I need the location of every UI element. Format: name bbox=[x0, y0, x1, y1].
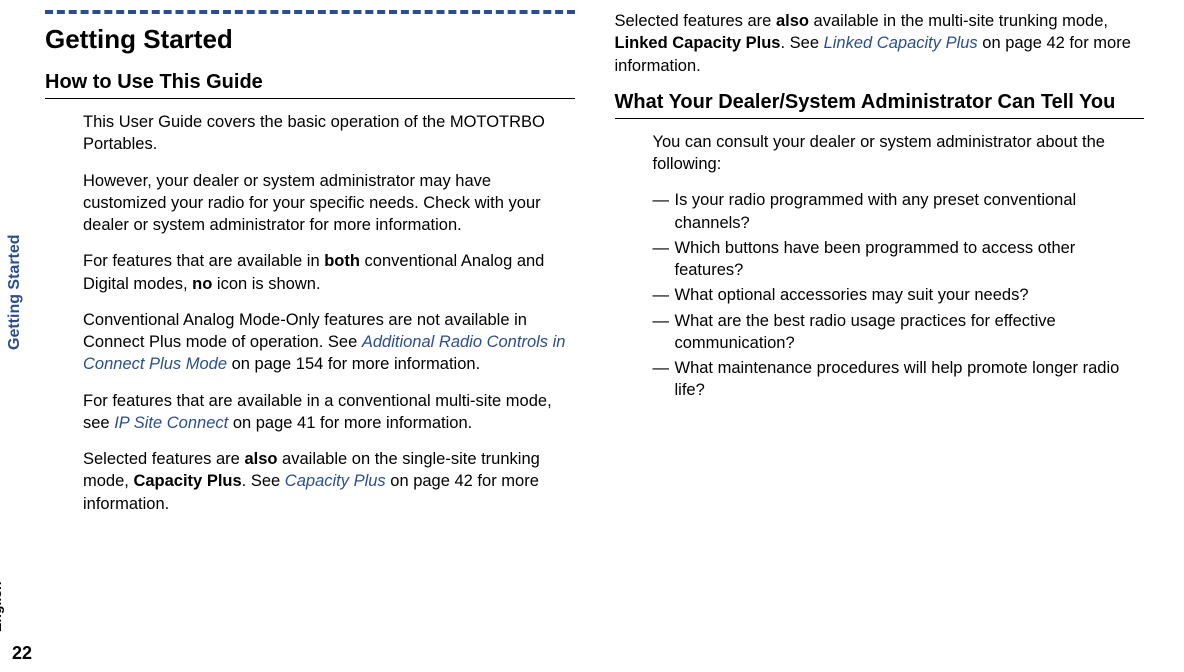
paragraph: However, your dealer or system administr… bbox=[83, 170, 575, 237]
bold-text: no bbox=[192, 275, 212, 293]
page-number: 22 bbox=[12, 643, 32, 664]
paragraph: For features that are available in both … bbox=[83, 250, 575, 295]
language-tab: English bbox=[0, 581, 4, 632]
bold-text: both bbox=[324, 252, 360, 270]
cross-reference-link[interactable]: IP Site Connect bbox=[114, 414, 228, 432]
cross-reference-link[interactable]: Capacity Plus bbox=[285, 472, 386, 490]
paragraph: This User Guide covers the basic operati… bbox=[83, 111, 575, 156]
text: . See bbox=[242, 472, 285, 490]
paragraph: Conventional Analog Mode-Only features a… bbox=[83, 309, 575, 376]
text: For features that are available in bbox=[83, 252, 324, 270]
list-item: What optional accessories may suit your … bbox=[653, 284, 1145, 306]
left-column: Getting Started How to Use This Guide Th… bbox=[45, 10, 575, 662]
list-item: Is your radio programmed with any preset… bbox=[653, 189, 1145, 234]
text: on page 154 for more information. bbox=[227, 355, 480, 373]
paragraph: For features that are available in a con… bbox=[83, 390, 575, 435]
section-heading-dealer: What Your Dealer/System Administrator Ca… bbox=[615, 91, 1145, 119]
section-heading-how-to-use: How to Use This Guide bbox=[45, 71, 575, 99]
list-item: Which buttons have been programmed to ac… bbox=[653, 237, 1145, 282]
body-text-block: Selected features are also available in … bbox=[615, 10, 1145, 77]
right-column: Selected features are also available in … bbox=[615, 10, 1145, 662]
text: Selected features are bbox=[83, 450, 244, 468]
text: on page 41 for more information. bbox=[228, 414, 472, 432]
chapter-title: Getting Started bbox=[45, 24, 575, 55]
list-item: What are the best radio usage practices … bbox=[653, 310, 1145, 355]
paragraph: Selected features are also available in … bbox=[615, 10, 1145, 77]
bold-text: Linked Capacity Plus bbox=[615, 34, 781, 52]
body-text-block: This User Guide covers the basic operati… bbox=[83, 111, 575, 515]
bold-text: also bbox=[244, 450, 277, 468]
dash-list: Is your radio programmed with any preset… bbox=[653, 189, 1145, 401]
page-container: Getting Started How to Use This Guide Th… bbox=[0, 0, 1184, 672]
bold-text: Capacity Plus bbox=[133, 472, 241, 490]
section-divider bbox=[45, 10, 575, 14]
body-text-block: You can consult your dealer or system ad… bbox=[653, 131, 1145, 402]
cross-reference-link[interactable]: Linked Capacity Plus bbox=[824, 34, 978, 52]
paragraph: You can consult your dealer or system ad… bbox=[653, 131, 1145, 176]
bold-text: also bbox=[776, 12, 809, 30]
text: available in the multi-site trunking mod… bbox=[809, 12, 1108, 30]
text: Selected features are bbox=[615, 12, 776, 30]
paragraph: Selected features are also available on … bbox=[83, 448, 575, 515]
text: icon is shown. bbox=[212, 275, 320, 293]
text: . See bbox=[780, 34, 823, 52]
content-area: Getting Started How to Use This Guide Th… bbox=[45, 10, 1144, 662]
list-item: What maintenance procedures will help pr… bbox=[653, 357, 1145, 402]
side-tab-getting-started: Getting Started bbox=[6, 234, 24, 350]
